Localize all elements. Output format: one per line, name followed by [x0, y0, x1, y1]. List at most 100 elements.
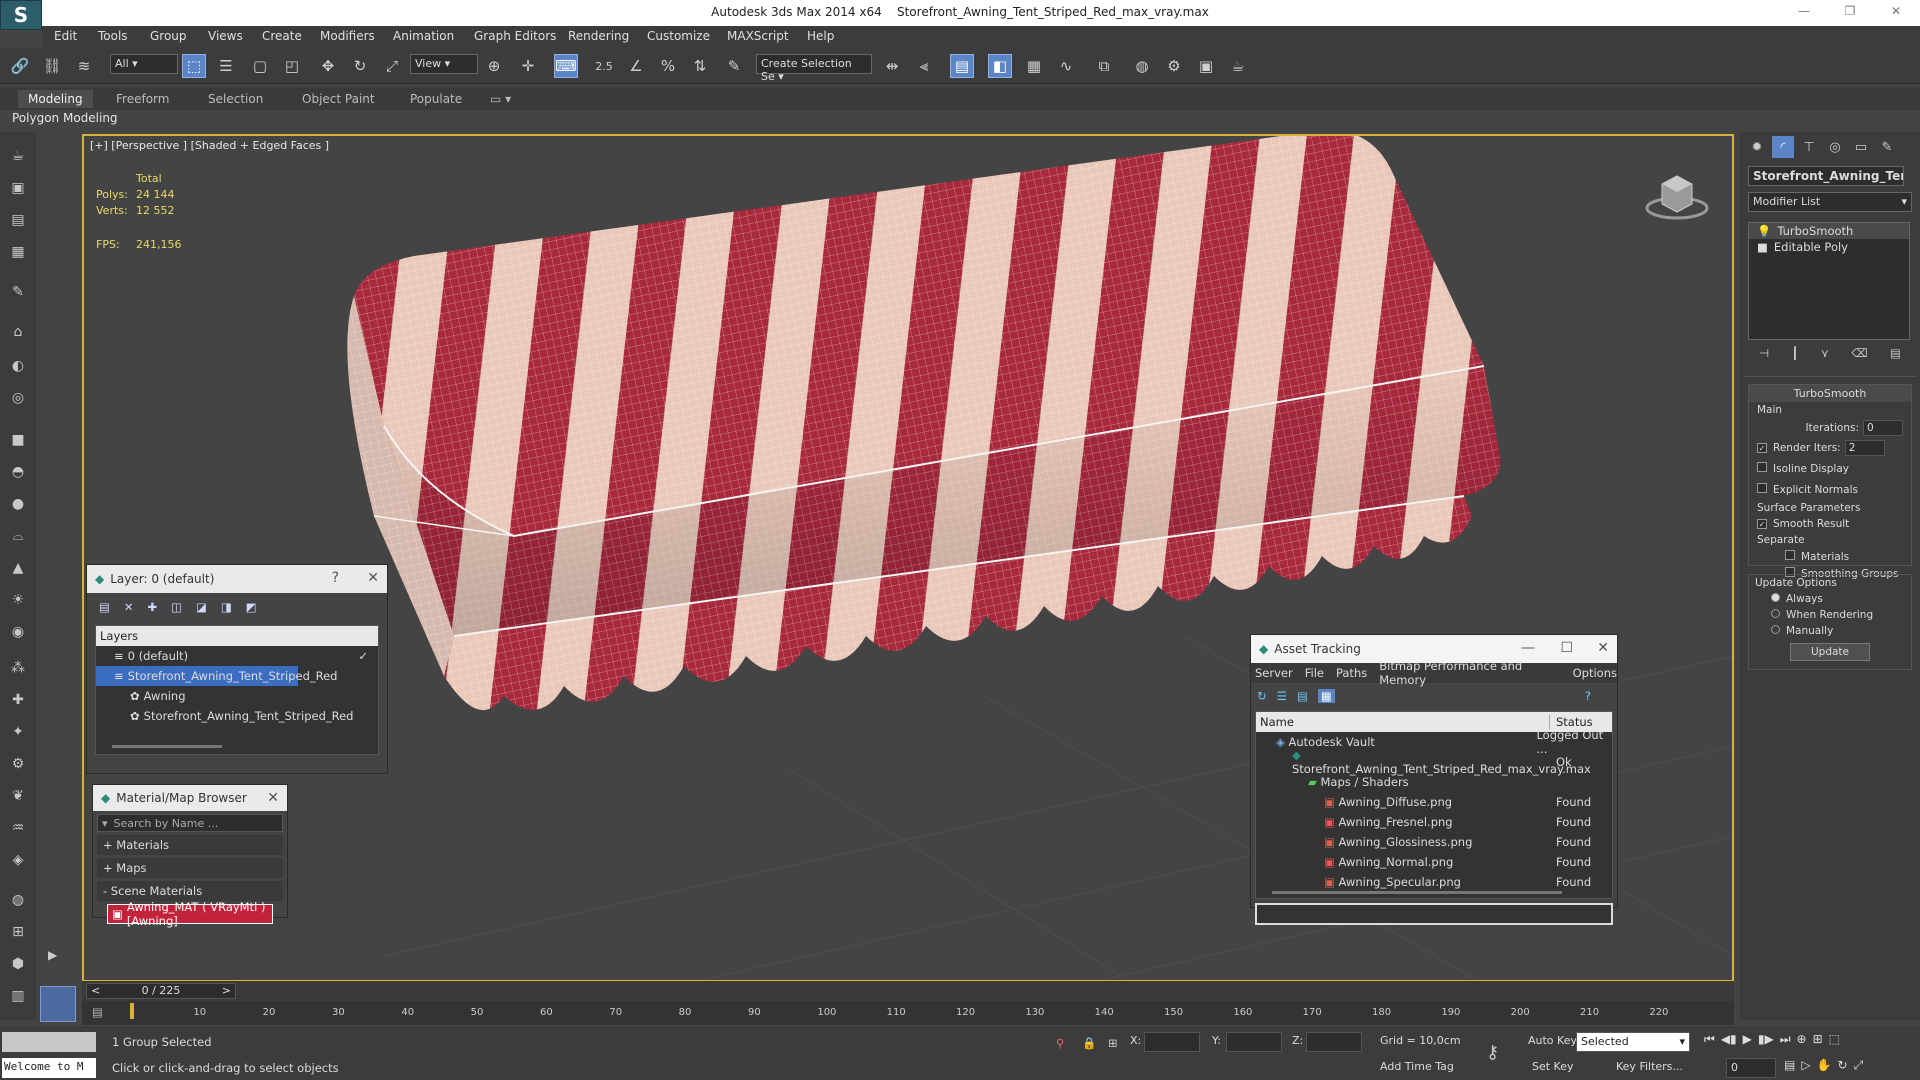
shell-icon[interactable]: ◐ [6, 354, 30, 378]
when-rendering-radio[interactable] [1771, 609, 1780, 618]
restore-button[interactable]: ❐ [1840, 4, 1860, 18]
pan-icon[interactable]: ✋ [1817, 1058, 1832, 1078]
utilities-tab-icon[interactable]: ✎ [1876, 136, 1898, 158]
explicit-normals-checkbox[interactable] [1757, 483, 1767, 493]
menu-animation[interactable]: Animation [393, 29, 454, 43]
material-search-input[interactable]: ▾ Search by Name ... [97, 814, 283, 832]
expand-arrow-icon[interactable]: ▶ [48, 948, 68, 968]
uv-icon[interactable]: ⊞ [6, 920, 30, 944]
helper-icon[interactable]: ✚ [6, 688, 30, 712]
film-icon[interactable]: ◎ [6, 386, 30, 410]
hide-all-icon[interactable]: ◨ [221, 600, 232, 614]
prev-key-icon[interactable]: ◀▮ [1721, 1032, 1737, 1052]
zoom-all-icon[interactable]: ⊞ [1813, 1032, 1823, 1052]
always-radio[interactable] [1771, 593, 1780, 602]
turbosmooth-rollout-header[interactable]: TurboSmooth [1749, 385, 1911, 402]
viewcube[interactable] [1642, 166, 1712, 226]
col-status-header[interactable]: Status [1550, 715, 1593, 729]
auto-key-button[interactable]: Auto Key [1528, 1034, 1577, 1047]
asset-path-field[interactable] [1255, 903, 1613, 925]
track-bar[interactable]: ▤ 10 20 30 40 50 60 70 80 90 100 110 120 130 140 150 16… [82, 1001, 1734, 1025]
mirror-icon[interactable]: ⇹ [880, 54, 904, 78]
make-unique-icon[interactable]: ⋎ [1821, 346, 1829, 368]
object-item-storefront[interactable]: ✿ Storefront_Awning_Tent_Striped_Red [96, 706, 378, 726]
menu-rendering[interactable]: Rendering [568, 29, 629, 43]
select-manipulate-icon[interactable]: ✛ [516, 54, 540, 78]
thumbnail-view-icon[interactable]: ▤ [1297, 689, 1308, 703]
time-config-icon[interactable]: ▤ [1784, 1058, 1795, 1078]
pivot-center-icon[interactable]: ⊕ [482, 54, 506, 78]
tab-modeling[interactable]: Modeling [18, 90, 93, 108]
update-rendering-row[interactable]: When Rendering [1749, 607, 1911, 623]
curve-editor-icon[interactable]: ∿ [1054, 54, 1078, 78]
next-frame-icon[interactable]: > [222, 984, 231, 997]
asset-row[interactable]: ▣ Awning_Specular.png Found [1256, 872, 1612, 892]
maxscript-mini-listener[interactable]: Welcome to M [2, 1058, 96, 1078]
brush-icon[interactable]: ✎ [6, 280, 30, 304]
material-browser-close-icon[interactable]: ✕ [267, 790, 279, 806]
key-icon[interactable]: ⚷ [1486, 1042, 1499, 1063]
texture-icon[interactable]: ◈ [6, 848, 30, 872]
explicit-normals-row[interactable]: Explicit Normals [1749, 479, 1911, 500]
key-mode-dropdown[interactable]: Selected ▾ [1576, 1032, 1690, 1052]
percent-snap-icon[interactable]: % [656, 54, 680, 78]
select-layer-icon[interactable]: ◫ [171, 600, 182, 614]
snaps-toggle-icon[interactable]: 2.5 [592, 54, 616, 78]
calculator-icon[interactable]: ▥ [6, 984, 30, 1008]
menu-create[interactable]: Create [262, 29, 302, 43]
create-tab-icon[interactable]: ✹ [1746, 136, 1768, 158]
iterations-spinner[interactable]: 0 [1863, 420, 1903, 436]
new-layer-icon[interactable]: ▤ [99, 600, 110, 614]
refresh-icon[interactable]: ↻ [1257, 689, 1267, 703]
modifier-list-dropdown[interactable]: Modifier List ▾ [1748, 192, 1912, 212]
section-maps[interactable]: + Maps [97, 858, 283, 878]
key-filters-button[interactable]: Key Filters... [1616, 1060, 1683, 1073]
scene-material-item[interactable]: ▣ Awning_MAT ( VRayMtl ) [Awning] [107, 900, 273, 928]
disc-icon[interactable]: ◉ [6, 620, 30, 644]
current-layer-check-icon[interactable]: ✓ [358, 649, 368, 663]
configure-sets-icon[interactable]: ▤ [1890, 346, 1901, 368]
keyboard-shortcut-override-icon[interactable]: ⌨ [554, 54, 578, 78]
display-tab-icon[interactable]: ▭ [1850, 136, 1872, 158]
edit-named-selection-icon[interactable]: ✎ [722, 54, 746, 78]
selection-filter-dropdown[interactable]: All ▾ [110, 54, 178, 74]
modifier-stack-item-editable-poly[interactable]: ■ Editable Poly [1749, 239, 1909, 255]
maxscript-listener-pink[interactable] [2, 1032, 96, 1052]
update-button[interactable]: Update [1790, 643, 1870, 661]
asset-menu-bitmap[interactable]: Bitmap Performance and Memory [1379, 659, 1560, 687]
goto-start-icon[interactable]: ⏮ [1704, 1032, 1715, 1052]
cone-icon[interactable]: ▲ [6, 556, 30, 580]
move-icon[interactable]: ✥ [316, 54, 340, 78]
modify-tab-icon[interactable]: ◜ [1772, 136, 1794, 158]
menu-modifiers[interactable]: Modifiers [320, 29, 375, 43]
menu-views[interactable]: Views [208, 29, 243, 43]
asset-menu-server[interactable]: Server [1255, 666, 1293, 680]
lightbulb-icon[interactable]: 💡 [1757, 224, 1771, 238]
table-view-icon[interactable]: ▦ [1317, 689, 1335, 703]
asset-close-icon[interactable]: ✕ [1597, 640, 1609, 656]
menu-customize[interactable]: Customize [647, 29, 710, 43]
render-production-icon[interactable]: ☕ [1226, 54, 1250, 78]
materials-row[interactable]: Materials [1749, 548, 1911, 565]
isoline-checkbox[interactable] [1757, 462, 1767, 472]
next-key-icon[interactable]: ▮▶ [1758, 1032, 1774, 1052]
hierarchy-tab-icon[interactable]: ⊤ [1798, 136, 1820, 158]
link-icon[interactable]: 🔗 [8, 54, 32, 78]
asset-menu-options[interactable]: Options [1573, 666, 1617, 680]
teapot-icon[interactable]: ☕ [6, 144, 30, 168]
select-by-name-icon[interactable]: ☰ [214, 54, 238, 78]
render-setup-icon[interactable]: ⚙ [1162, 54, 1186, 78]
smooth-result-checkbox[interactable]: ✓ [1757, 519, 1767, 529]
graphite-toggle-icon[interactable]: ▦ [1022, 54, 1046, 78]
modifier-stack-item-turbosmooth[interactable]: 💡 TurboSmooth [1749, 223, 1909, 239]
asset-menu-paths[interactable]: Paths [1336, 666, 1367, 680]
particles-icon[interactable]: ⁂ [6, 656, 30, 680]
polygon-modeling-label[interactable]: Polygon Modeling [12, 111, 118, 125]
highlight-layer-icon[interactable]: ◪ [196, 600, 207, 614]
bind-space-warp-icon[interactable]: ≋ [72, 54, 96, 78]
menu-graph-editors[interactable]: Graph Editors [474, 29, 556, 43]
layer-manager-icon[interactable]: ◧ [988, 54, 1012, 78]
rectangular-selection-icon[interactable]: ▢ [248, 54, 272, 78]
section-materials[interactable]: + Materials [97, 835, 283, 855]
sun-icon[interactable]: ☀ [6, 588, 30, 612]
